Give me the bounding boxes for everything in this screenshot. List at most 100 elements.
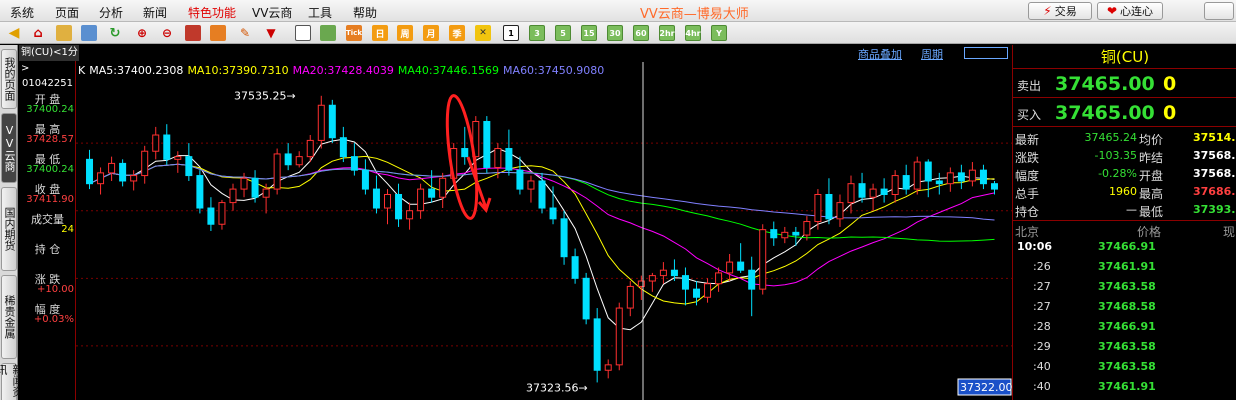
menu-special[interactable]: 特色功能 (188, 4, 236, 21)
candle (880, 178, 888, 203)
candle-body (428, 188, 436, 198)
zoom-in-icon[interactable]: ⊕ (134, 25, 150, 41)
candle (108, 156, 116, 181)
lightning-icon: ⚡ (1043, 4, 1052, 18)
tick-time: :29 (1033, 340, 1051, 353)
menu-analysis[interactable]: 分析 (99, 4, 123, 21)
menu-help[interactable]: 帮助 (353, 4, 377, 21)
candle (383, 189, 391, 225)
candle-body (538, 180, 546, 209)
menu-system[interactable]: 系统 (10, 4, 34, 21)
overlay-link[interactable]: 商品叠加 (858, 46, 902, 62)
buy-row[interactable]: 买入 37465.00 0 (1013, 100, 1236, 127)
candle-body (505, 148, 513, 171)
candle (990, 180, 998, 195)
window-control-button[interactable] (1204, 2, 1234, 20)
week-icon[interactable]: 周 (397, 25, 413, 41)
refresh-icon[interactable]: ↻ (107, 25, 123, 41)
list-icon[interactable] (81, 25, 97, 41)
period-button-30[interactable]: 30 (607, 25, 623, 41)
copy-icon[interactable] (185, 25, 201, 41)
tab-precious-metals[interactable]: 稀贵金属 (1, 275, 17, 359)
candle (97, 167, 105, 195)
brush-icon[interactable]: ✎ (237, 25, 253, 41)
candlestick-chart[interactable]: 3735037535.25→37323.56→37322.00 (76, 62, 1012, 400)
candle-body (372, 188, 380, 209)
ma-legend-item: MA5:37400.2308 (89, 64, 184, 77)
ticks-header-price: 价格 (1137, 225, 1162, 239)
tab-domestic-label: 国内期货 (3, 207, 16, 251)
candle-body (141, 150, 149, 177)
candle (218, 199, 226, 230)
candle-body (240, 177, 248, 190)
menu-page[interactable]: 页面 (55, 4, 79, 21)
candle-body (527, 180, 535, 190)
tick-row: 10:06 37466.91 (1013, 240, 1236, 260)
sell-row[interactable]: 卖出 37465.00 0 (1013, 71, 1236, 98)
candle-body (737, 261, 745, 271)
app-title: VV云商—博易大师 (640, 7, 749, 22)
period-button-15[interactable]: 15 (581, 25, 597, 41)
period-button-1[interactable]: 1 (503, 25, 519, 41)
trade-button[interactable]: ⚡ 交易 (1028, 2, 1092, 20)
candle-body (295, 156, 303, 166)
tick-icon[interactable]: Tick (346, 25, 362, 41)
candle (439, 172, 447, 209)
menu-tools[interactable]: 工具 (308, 4, 332, 21)
table-icon[interactable] (295, 25, 311, 41)
zoom-out-icon[interactable]: ⊖ (159, 25, 175, 41)
tick-time: 10:06 (1017, 240, 1053, 253)
period-button-4hr[interactable]: 4hr (685, 25, 701, 41)
candle (251, 170, 259, 203)
trade-label: 交易 (1054, 5, 1077, 18)
care-button[interactable]: ❤ 心连心 (1097, 2, 1163, 20)
back-icon[interactable]: ◀ (6, 25, 22, 41)
candle-body (770, 229, 778, 239)
candle-body (108, 162, 116, 174)
period-button-5[interactable]: 5 (555, 25, 571, 41)
day-icon[interactable]: 日 (372, 25, 388, 41)
info-value: +10.00 (36, 284, 74, 295)
candle-body (814, 193, 822, 223)
multi-icon[interactable]: ✕ (475, 25, 491, 41)
candle (461, 126, 469, 165)
candle (361, 159, 369, 195)
menu-news[interactable]: 新闻 (143, 4, 167, 21)
tab-domestic-futures[interactable]: 国内期货 (1, 187, 17, 271)
candle-body (571, 256, 579, 279)
paint-icon[interactable] (210, 25, 226, 41)
candle (593, 308, 601, 383)
high-annotation: 37535.25→ (234, 89, 296, 102)
month-icon[interactable]: 月 (423, 25, 439, 41)
notebook-icon[interactable] (56, 25, 72, 41)
tab-news[interactable]: 新闻资讯 (0, 363, 24, 400)
stat-label: 均价 (1139, 133, 1164, 147)
season-icon[interactable]: 季 (449, 25, 465, 41)
tab-my-page[interactable]: 我的页面 (1, 49, 17, 109)
period-button-2hr[interactable]: 2hr (659, 25, 675, 41)
period-link[interactable]: 周期 (921, 46, 943, 62)
candle (483, 116, 491, 173)
candle (803, 216, 811, 241)
period-button-Y[interactable]: Y (711, 25, 727, 41)
tick-price: 37461.91 (1098, 260, 1156, 273)
period-button-60[interactable]: 60 (633, 25, 649, 41)
layout-toggle-icon[interactable] (964, 47, 1008, 59)
candle (968, 162, 976, 187)
tab-vv[interactable]: VV云商 (1, 113, 17, 183)
menu-vv[interactable]: VV云商 (252, 4, 292, 21)
chart-icon[interactable] (320, 25, 336, 41)
low-annotation: 37323.56→ (526, 382, 588, 395)
home-icon[interactable]: ⌂ (30, 25, 46, 41)
left-tab-strip: 我的页面 VV云商 国内期货 稀贵金属 新闻资讯 (0, 45, 24, 400)
candle (185, 143, 193, 181)
stat-value: 37514.0 (1193, 131, 1236, 144)
candle (726, 253, 734, 282)
buy-qty: 0 (1163, 102, 1177, 124)
candle (825, 178, 833, 225)
period-button-3[interactable]: 3 (529, 25, 545, 41)
filter-icon[interactable]: ▼ (263, 25, 279, 41)
candle (196, 170, 204, 214)
candle-body (284, 153, 292, 166)
toolbar: ◀ ⌂ ↻ ⊕ ⊖ ✎ ▼ Tick 日 周 月 季 ✕ 1 3 5 15 30 60 2h… (0, 22, 1236, 44)
